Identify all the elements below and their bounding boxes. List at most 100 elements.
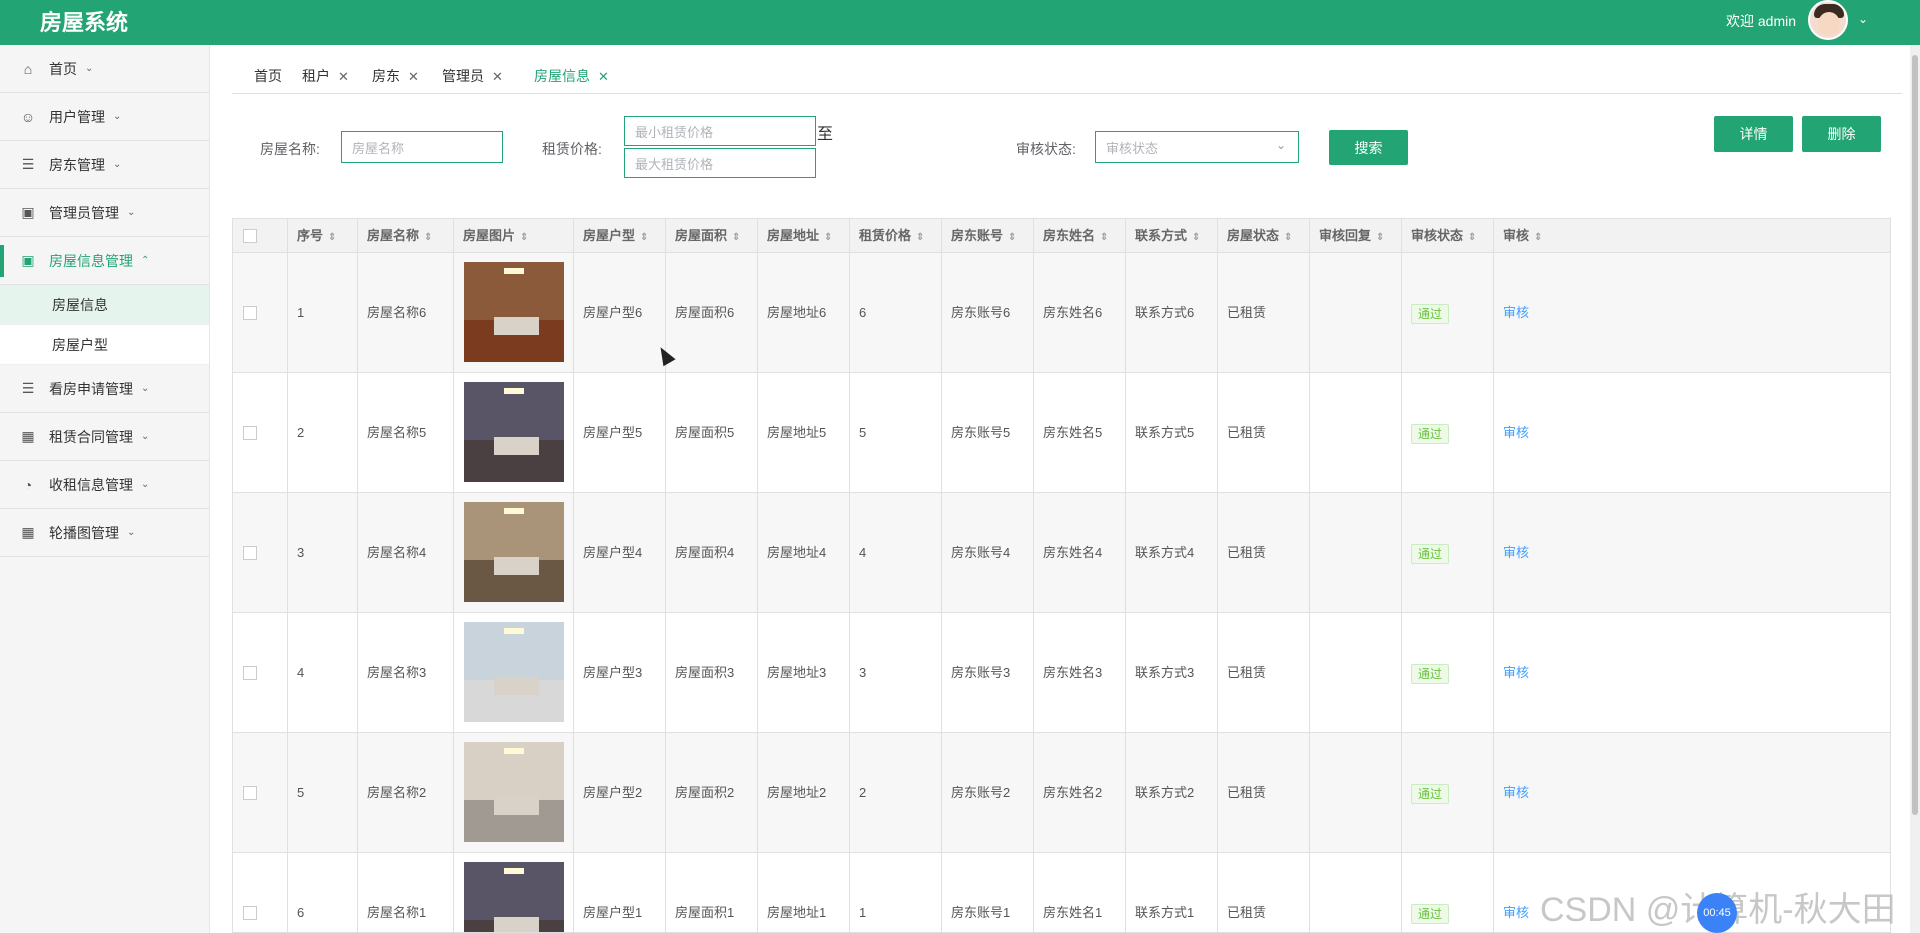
delete-button[interactable]: 删除 — [1802, 116, 1881, 152]
table-cell: 通过 — [1402, 253, 1494, 373]
timer-badge[interactable]: 00:45 — [1697, 893, 1737, 933]
table-cell — [454, 733, 574, 853]
table-cell: 房屋地址6 — [758, 253, 850, 373]
tab-home[interactable]: 首页 — [254, 66, 282, 86]
sidebar-item[interactable]: ▦ 租赁合同管理 ⌄ — [0, 413, 209, 461]
review-link[interactable]: 审核 — [1503, 305, 1529, 320]
sidebar-item[interactable]: ☰ 房东管理 ⌄ — [0, 141, 209, 189]
row-checkbox[interactable] — [243, 906, 257, 920]
sort-icon[interactable]: ⇕ — [916, 232, 924, 243]
review-link[interactable]: 审核 — [1503, 425, 1529, 440]
sidebar-item[interactable]: ▣ 房屋信息管理 ⌃ — [0, 237, 209, 285]
scrollbar-thumb[interactable] — [1912, 55, 1918, 815]
house-photo[interactable] — [464, 622, 564, 722]
table-row[interactable]: 4 房屋名称3 房屋户型3 房屋面积3 房屋地址3 3 房东账号3 房东姓名3 联系方式3 已租赁… — [233, 613, 1890, 733]
review-link[interactable]: 审核 — [1503, 785, 1529, 800]
column-header[interactable]: 房东账号 ⇕ — [942, 219, 1034, 253]
sort-icon[interactable]: ⇕ — [1100, 232, 1108, 243]
sort-icon[interactable]: ⇕ — [1376, 232, 1384, 243]
close-icon[interactable]: ✕ — [492, 69, 503, 84]
table-row[interactable]: 1 房屋名称6 房屋户型6 房屋面积6 房屋地址6 6 房东账号6 房东姓名6 联系方式6 已租赁… — [233, 253, 1890, 373]
tab-landlord[interactable]: 房东 ✕ — [372, 66, 419, 86]
sort-icon[interactable]: ⇕ — [732, 232, 740, 243]
house-name-input[interactable]: 房屋名称 — [341, 131, 503, 163]
sort-icon[interactable]: ⇕ — [824, 232, 832, 243]
sidebar-subitem[interactable]: 房屋户型 — [0, 325, 209, 365]
tab-tenant[interactable]: 租户 ✕ — [302, 66, 349, 86]
column-header[interactable]: 房屋状态 ⇕ — [1218, 219, 1310, 253]
table-cell — [454, 253, 574, 373]
avatar[interactable] — [1808, 0, 1848, 40]
house-photo[interactable] — [464, 742, 564, 842]
status-badge: 通过 — [1411, 903, 1450, 924]
row-checkbox[interactable] — [243, 546, 257, 560]
sort-icon[interactable]: ⇕ — [1534, 232, 1542, 243]
sort-icon[interactable]: ⇕ — [424, 232, 432, 243]
chevron-down-icon: ⌄ — [113, 159, 122, 170]
chevron-down-icon[interactable]: ⌄ — [1858, 12, 1868, 26]
scrollbar[interactable] — [1910, 45, 1920, 933]
column-header[interactable]: 房屋面积 ⇕ — [666, 219, 758, 253]
row-checkbox[interactable] — [243, 786, 257, 800]
sidebar-item[interactable]: ▦ 轮播图管理 ⌄ — [0, 509, 209, 557]
column-header[interactable]: 审核 ⇕ — [1494, 219, 1890, 253]
cell-text: 房屋面积4 — [675, 545, 735, 560]
house-photo[interactable] — [464, 502, 564, 602]
detail-button[interactable]: 详情 — [1714, 116, 1793, 152]
cell-text: 房屋名称5 — [367, 425, 427, 440]
review-link[interactable]: 审核 — [1503, 665, 1529, 680]
column-header[interactable]: 审核回复 ⇕ — [1310, 219, 1402, 253]
row-checkbox[interactable] — [243, 666, 257, 680]
review-link[interactable]: 审核 — [1503, 545, 1529, 560]
house-photo[interactable] — [464, 862, 564, 932]
chevron-up-icon: ⌃ — [141, 255, 150, 266]
table-cell: 联系方式1 — [1126, 853, 1218, 932]
column-header[interactable]: 房屋图片 ⇕ — [454, 219, 574, 253]
sidebar-item[interactable]: ☺ 用户管理 ⌄ — [0, 93, 209, 141]
column-header[interactable]: 序号 ⇕ — [288, 219, 358, 253]
sort-icon[interactable]: ⇕ — [640, 232, 648, 243]
tab-house-info[interactable]: 房屋信息 ✕ — [534, 66, 609, 86]
sort-icon[interactable]: ⇕ — [1192, 232, 1200, 243]
sort-icon[interactable]: ⇕ — [1284, 232, 1292, 243]
sort-icon[interactable]: ⇕ — [1008, 232, 1016, 243]
select-all-checkbox[interactable] — [243, 229, 257, 243]
column-header[interactable]: 联系方式 ⇕ — [1126, 219, 1218, 253]
sort-icon[interactable]: ⇕ — [520, 232, 528, 243]
sidebar-item[interactable]: ◔ 收租信息管理 ⌄ — [0, 461, 209, 509]
sidebar-item[interactable]: ☰ 看房申请管理 ⌄ — [0, 365, 209, 413]
close-icon[interactable]: ✕ — [408, 69, 419, 84]
house-photo[interactable] — [464, 382, 564, 482]
table-row[interactable]: 2 房屋名称5 房屋户型5 房屋面积5 房屋地址5 5 房东账号5 房东姓名5 联系方式5 已租赁… — [233, 373, 1890, 493]
close-icon[interactable]: ✕ — [338, 69, 349, 84]
column-header[interactable]: 房屋户型 ⇕ — [574, 219, 666, 253]
row-checkbox[interactable] — [243, 306, 257, 320]
search-button[interactable]: 搜索 — [1329, 130, 1408, 165]
min-price-input[interactable]: 最小租赁价格 — [624, 116, 816, 146]
cell-text: 房东账号6 — [951, 305, 1011, 320]
table-row[interactable]: 5 房屋名称2 房屋户型2 房屋面积2 房屋地址2 2 房东账号2 房东姓名2 联系方式2 已租赁… — [233, 733, 1890, 853]
review-link[interactable]: 审核 — [1503, 905, 1529, 920]
cell-text: 房东姓名6 — [1043, 305, 1103, 320]
audit-status-select[interactable]: 审核状态 ⌄ — [1095, 131, 1299, 163]
tab-admin[interactable]: 管理员 ✕ — [442, 66, 503, 86]
sidebar-item[interactable]: ▣ 管理员管理 ⌄ — [0, 189, 209, 237]
house-photo[interactable] — [464, 262, 564, 362]
close-icon[interactable]: ✕ — [598, 69, 609, 84]
column-header[interactable]: 租赁价格 ⇕ — [850, 219, 942, 253]
max-price-input[interactable]: 最大租赁价格 — [624, 148, 816, 178]
column-header[interactable]: 房屋名称 ⇕ — [358, 219, 454, 253]
sort-icon[interactable]: ⇕ — [328, 232, 336, 243]
sidebar-subitem[interactable]: 房屋信息 — [0, 285, 209, 325]
sort-icon[interactable]: ⇕ — [1468, 232, 1476, 243]
table-cell: 通过 — [1402, 493, 1494, 613]
sidebar-item[interactable]: ⌂ 首页 ⌄ — [0, 45, 209, 93]
column-header[interactable]: 审核状态 ⇕ — [1402, 219, 1494, 253]
photo-sofa — [494, 317, 539, 335]
row-checkbox[interactable] — [243, 426, 257, 440]
table-cell: 房东账号5 — [942, 373, 1034, 493]
column-header[interactable]: 房屋地址 ⇕ — [758, 219, 850, 253]
column-header[interactable]: 房东姓名 ⇕ — [1034, 219, 1126, 253]
table-cell: 联系方式4 — [1126, 493, 1218, 613]
table-row[interactable]: 3 房屋名称4 房屋户型4 房屋面积4 房屋地址4 4 房东账号4 房东姓名4 联系方式4 已租赁… — [233, 493, 1890, 613]
